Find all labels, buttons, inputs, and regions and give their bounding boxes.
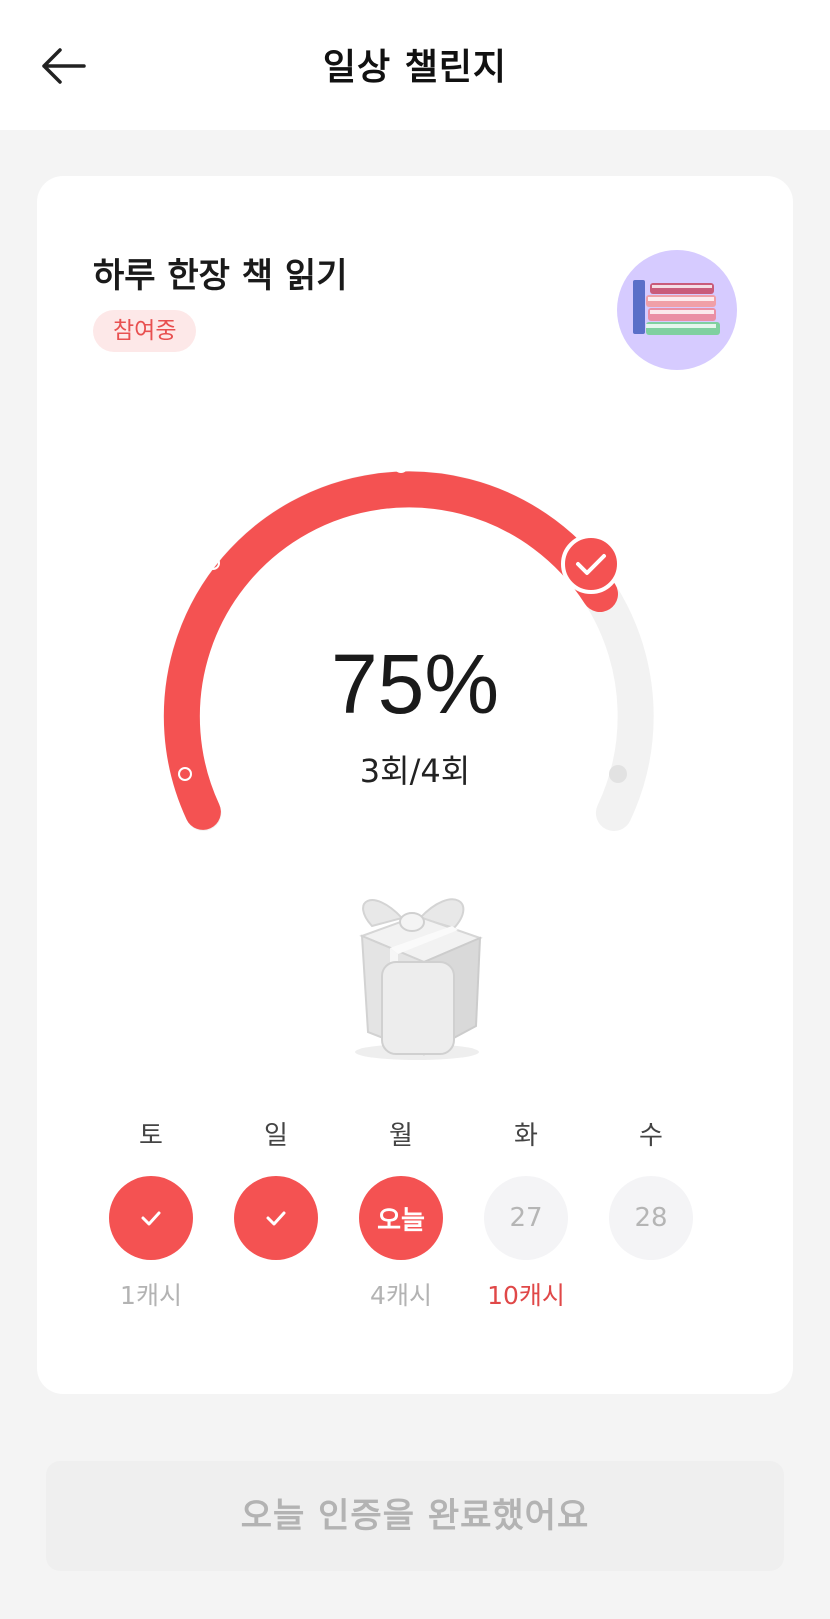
day-item: 화 27 10캐시 [462, 1116, 590, 1316]
day-circle-future: 27 [484, 1176, 568, 1260]
day-item: 월오늘 4캐시 [337, 1116, 465, 1316]
day-label: 수 [639, 1121, 663, 1151]
check-icon [561, 534, 621, 594]
day-item: 수 28 [587, 1116, 715, 1316]
check-icon [266, 1211, 286, 1226]
check-icon [141, 1211, 161, 1226]
page-title: 일상 챌린지 [322, 47, 508, 88]
day-reward: 10캐시 [487, 1281, 565, 1310]
day-item: 일 [212, 1116, 340, 1316]
status-badge: 참여중 [93, 310, 197, 352]
day-circle-done [109, 1176, 193, 1260]
books-icon [617, 250, 737, 370]
app-header: 일상 챌린지 [0, 0, 830, 130]
day-label: 토 [139, 1121, 163, 1151]
day-circle-today: 오늘 [359, 1176, 443, 1260]
day-reward: 1캐시 [120, 1281, 182, 1310]
gift-box-icon [332, 876, 502, 1066]
day-reward: 4캐시 [370, 1281, 432, 1310]
milestone-dot [206, 556, 220, 570]
progress-percent: 75% [330, 637, 500, 731]
day-label: 일 [264, 1121, 288, 1151]
day-circle-future: 28 [609, 1176, 693, 1260]
weekly-tracker: 토 1캐시 일 월오늘 4캐시 화 27 10캐시 수 28 [77, 1116, 753, 1356]
day-reward [587, 1276, 715, 1316]
day-label: 월 [389, 1121, 413, 1151]
challenge-card: 하루 한장 책 읽기 참여중 75% 3회/4회 토 1캐시 일 월 오늘 4캐… [37, 176, 793, 1394]
day-item: 토 1캐시 [87, 1116, 215, 1316]
day-reward [212, 1276, 340, 1316]
challenge-title: 하루 한장 책 읽기 [93, 256, 348, 296]
day-label: 화 [514, 1121, 538, 1151]
progress-count: 3회/4회 [359, 752, 471, 790]
day-circle-done [234, 1176, 318, 1260]
complete-button[interactable]: 오늘 인증을 완료했어요 [46, 1461, 784, 1571]
milestone-dot [394, 459, 408, 473]
